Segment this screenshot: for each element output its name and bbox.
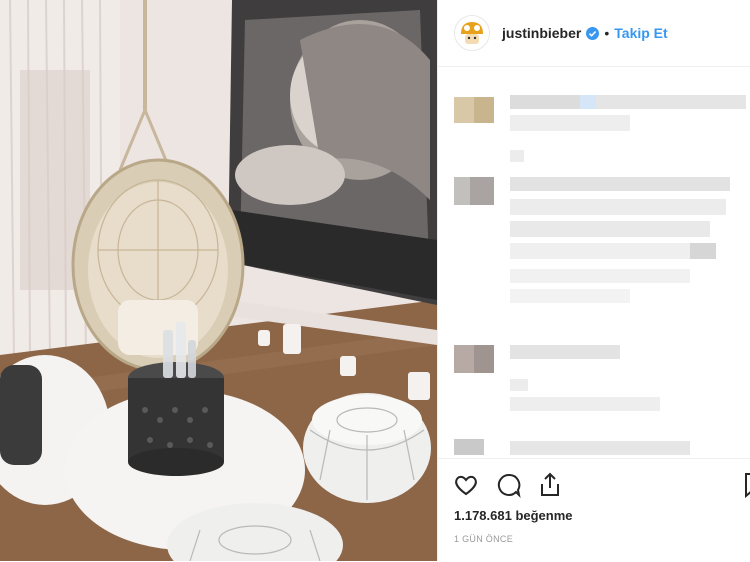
redacted-text xyxy=(510,441,690,455)
post-actions: 1.178.681 beğenme 1 GÜN ÖNCE xyxy=(438,458,750,562)
avatar xyxy=(454,177,494,205)
heart-outline-icon[interactable] xyxy=(452,471,480,499)
speech-bubble-icon[interactable] xyxy=(495,471,523,499)
redacted-text xyxy=(690,243,716,259)
redacted-text xyxy=(596,95,746,109)
avatar xyxy=(454,439,484,455)
redacted-text xyxy=(510,95,580,109)
redacted-text xyxy=(510,397,660,411)
list-item xyxy=(438,335,750,425)
redacted-text xyxy=(510,221,710,237)
redacted-text xyxy=(510,243,690,259)
list-item xyxy=(438,147,750,332)
redacted-text xyxy=(510,199,726,215)
redacted-text xyxy=(510,345,620,359)
avatar[interactable] xyxy=(454,15,490,51)
list-item xyxy=(438,67,750,157)
redacted-text xyxy=(510,150,524,162)
redacted-text xyxy=(510,177,730,191)
redacted-text xyxy=(510,115,630,131)
comments-list xyxy=(438,67,750,457)
avatar xyxy=(454,97,494,123)
separator-dot: • xyxy=(604,25,610,41)
likes-count[interactable]: 1.178.681 beğenme xyxy=(454,508,573,523)
list-item xyxy=(438,435,750,457)
post-photo[interactable] xyxy=(0,0,437,561)
post-header: justinbieber • Takip Et xyxy=(438,0,750,67)
verified-badge-icon xyxy=(586,26,600,40)
share-upload-icon[interactable] xyxy=(536,471,564,499)
follow-button[interactable]: Takip Et xyxy=(614,25,667,41)
room-photo-illustration xyxy=(0,0,437,561)
post-sidebar: justinbieber • Takip Et 1.178.681 beğenm… xyxy=(437,0,750,561)
redacted-text xyxy=(510,269,690,283)
avatar xyxy=(454,345,494,373)
username[interactable]: justinbieber xyxy=(502,25,581,41)
post-timestamp[interactable]: 1 GÜN ÖNCE xyxy=(454,534,513,544)
mushroom-avatar-icon xyxy=(455,16,489,50)
redacted-text xyxy=(510,289,630,303)
redacted-text xyxy=(580,95,596,109)
bookmark-icon[interactable] xyxy=(738,471,750,499)
redacted-text xyxy=(510,379,528,391)
